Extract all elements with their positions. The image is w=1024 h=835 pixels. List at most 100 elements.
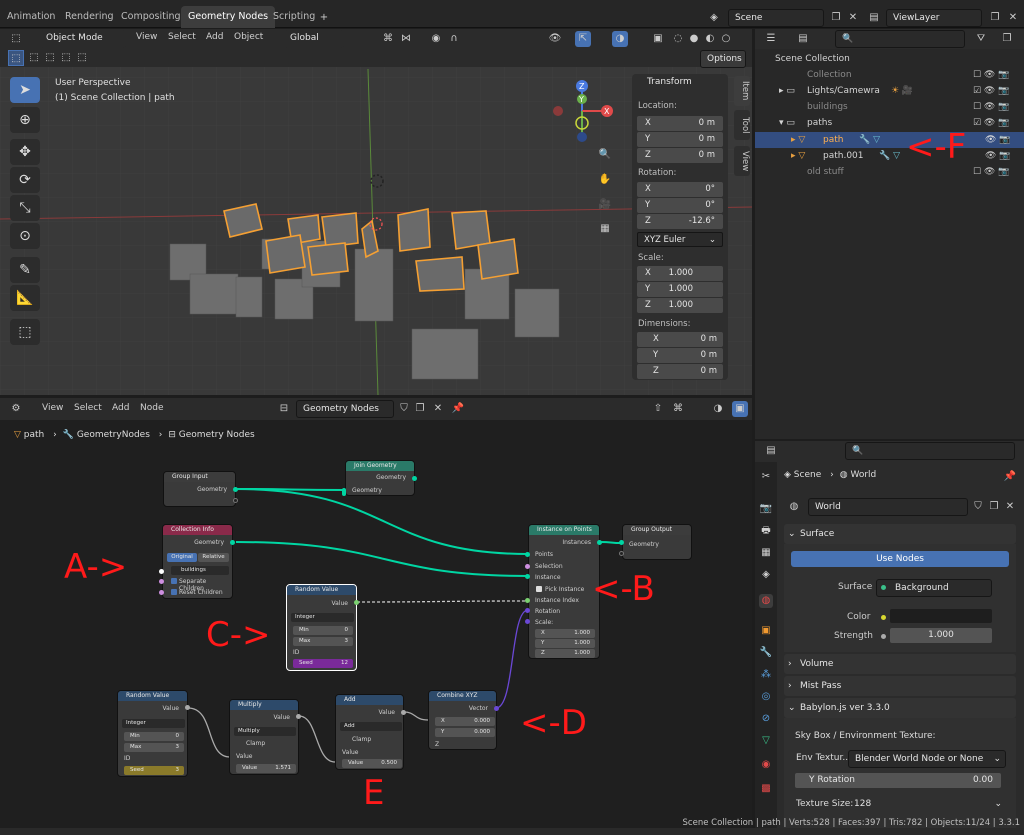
node-group-output[interactable]: Group Output Geometry	[622, 524, 692, 560]
socket[interactable]	[401, 710, 406, 715]
new-scene-icon[interactable]: ❐	[828, 10, 844, 26]
node-menu-select[interactable]: Select	[74, 403, 102, 413]
constraints-tab-icon[interactable]: ⊘	[759, 712, 773, 726]
node-tree-field[interactable]: Geometry Nodes	[296, 400, 394, 418]
select-subtract-icon[interactable]: ⬚	[42, 50, 58, 66]
strength-field[interactable]: 1.000	[890, 628, 992, 643]
surface-panel-header[interactable]: ⌄ Surface	[784, 524, 1016, 544]
navigation-gizmo[interactable]: Z X Y	[548, 77, 618, 147]
outliner-row[interactable]: ▸ ▽ path.001 🔧 ▽ 👁 📷	[755, 148, 1024, 164]
scale-y[interactable]: Y 1.000	[637, 282, 723, 297]
view-layer-tab-icon[interactable]: ▦	[759, 546, 773, 560]
socket[interactable]	[233, 487, 238, 492]
min-field[interactable]: Min 0	[124, 732, 184, 741]
texture-size-select[interactable]: 128 ⌄	[848, 796, 1006, 812]
new-view-layer-icon[interactable]: ❐	[987, 10, 1003, 26]
dimension-z[interactable]: Z0 m	[637, 364, 723, 379]
node-collection-info[interactable]: Collection Info Geometry Original Relati…	[162, 524, 233, 599]
dimension-y[interactable]: Y0 m	[637, 348, 723, 363]
scale-tool-icon[interactable]: ⤡	[10, 195, 40, 221]
data-tab-icon[interactable]: ▽	[759, 734, 773, 748]
socket[interactable]	[525, 552, 530, 557]
measure-tool-icon[interactable]: 📐	[10, 285, 40, 311]
socket[interactable]	[185, 705, 190, 710]
socket[interactable]	[342, 488, 346, 496]
outliner-row[interactable]: ▸ ▭ Lights/Camewra ☀ 🎥 ☑ 👁 📷	[755, 83, 1024, 99]
socket[interactable]	[412, 476, 417, 481]
volume-panel-header[interactable]: › Volume	[784, 654, 1016, 674]
node-overlay-icon[interactable]: ◑	[710, 401, 726, 417]
tab-geometry-nodes[interactable]: Geometry Nodes	[181, 6, 276, 28]
options-button[interactable]: Options	[700, 50, 746, 68]
scene-tab-icon[interactable]: ◈	[759, 568, 773, 582]
checkbox-checked[interactable]	[171, 578, 177, 584]
socket[interactable]	[159, 579, 164, 584]
pin-icon[interactable]: 📌	[1002, 469, 1018, 485]
orientation-select[interactable]: Global	[284, 30, 344, 48]
node-multiply[interactable]: Multiply Value Multiply Clamp Value Valu…	[229, 699, 299, 775]
use-nodes-button[interactable]: Use Nodes	[791, 551, 1009, 567]
unlink-tree-icon[interactable]: ✕	[430, 401, 446, 417]
rotation-mode-select[interactable]: XYZ Euler ⌄	[637, 232, 723, 247]
proportional-icon[interactable]: ◉	[428, 31, 444, 47]
location-y[interactable]: Y0 m	[637, 132, 723, 147]
socket[interactable]	[296, 714, 301, 719]
visibility-icon[interactable]: 👁	[547, 31, 563, 47]
physics-tab-icon[interactable]: ◎	[759, 690, 773, 704]
data-type-select[interactable]: Integer	[291, 613, 354, 622]
particles-tab-icon[interactable]: ⁂	[759, 668, 773, 682]
view-layer-field[interactable]: ViewLayer	[886, 9, 982, 27]
outliner-row[interactable]: Scene Collection	[755, 51, 1024, 67]
socket[interactable]	[525, 619, 530, 624]
socket[interactable]	[233, 498, 238, 503]
menu-add[interactable]: Add	[206, 32, 223, 42]
node-snap-icon[interactable]: ⌘	[670, 401, 686, 417]
tab-animation[interactable]: Animation	[0, 6, 62, 28]
world-browse-icon[interactable]: ◍	[786, 499, 802, 515]
tab-rendering[interactable]: Rendering	[58, 6, 121, 28]
node-random-value[interactable]: Random Value Value Integer Min 0 Max 3 ID …	[117, 690, 188, 777]
x-field[interactable]: X 0.000	[435, 717, 495, 726]
outliner-row[interactable]: old stuff ☐ 👁 📷	[755, 164, 1024, 180]
select-box-icon[interactable]: ⬚	[8, 50, 24, 66]
scale-x[interactable]: X 1.000	[637, 266, 723, 281]
node-menu-node[interactable]: Node	[140, 403, 164, 413]
value-field[interactable]: Value 1.571	[236, 764, 296, 773]
texture-tab-icon[interactable]: ▩	[759, 782, 773, 796]
clamp-checkbox[interactable]: Clamp	[230, 740, 298, 747]
outliner-editor-icon[interactable]: ☰	[763, 31, 779, 47]
add-workspace-icon[interactable]: +	[316, 10, 332, 26]
color-swatch[interactable]	[890, 609, 992, 623]
node-random-value-selected[interactable]: Random Value Value Integer Min 0 Max 3 ID …	[286, 584, 357, 671]
rotation-z[interactable]: Z -12.6°	[637, 214, 723, 229]
node-menu-view[interactable]: View	[42, 403, 63, 413]
tab-tool[interactable]: Tool	[734, 110, 750, 140]
menu-select[interactable]: Select	[168, 32, 196, 42]
xray-icon[interactable]: ▣	[650, 31, 666, 47]
rotation-x[interactable]: X 0°	[637, 182, 723, 197]
wireframe-shading-icon[interactable]: ◌	[670, 31, 686, 47]
parent-tree-icon[interactable]: ⇧	[650, 401, 666, 417]
overlay-icon[interactable]: ◑	[612, 31, 628, 47]
render-tab-icon[interactable]: 📷	[759, 502, 773, 516]
tab-compositing[interactable]: Compositing	[114, 6, 188, 28]
node-combine-xyz[interactable]: Combine XYZ Vector X 0.000 Y 0.000 Z	[428, 690, 497, 750]
view-layer-icon[interactable]: ▤	[866, 10, 882, 26]
material-tab-icon[interactable]: ◉	[759, 758, 773, 772]
socket[interactable]	[230, 540, 235, 545]
ortho-grid-icon[interactable]: ▦	[597, 221, 613, 237]
socket[interactable]	[597, 540, 602, 545]
duplicate-world-icon[interactable]: ❐	[986, 499, 1002, 515]
scale-x-field[interactable]: X 1.000	[535, 629, 595, 638]
pan-hand-icon[interactable]: ✋	[597, 172, 613, 188]
scale-y-field[interactable]: Y 1.000	[535, 639, 595, 648]
select-invert-icon[interactable]: ⬚	[58, 50, 74, 66]
world-name-field[interactable]: World	[808, 498, 968, 516]
socket[interactable]	[525, 608, 530, 613]
mode-select[interactable]: Object Mode	[40, 30, 126, 48]
outliner-row-selected[interactable]: ▸ ▽ path 🔧 ▽ 👁 📷	[755, 132, 1024, 148]
outliner-row[interactable]: Collection ☐ 👁 📷	[755, 67, 1024, 83]
max-field[interactable]: Max 3	[124, 743, 184, 752]
node-overlay-toggle-icon[interactable]: ▣	[732, 401, 748, 417]
surface-shader-field[interactable]: Background	[876, 579, 992, 597]
